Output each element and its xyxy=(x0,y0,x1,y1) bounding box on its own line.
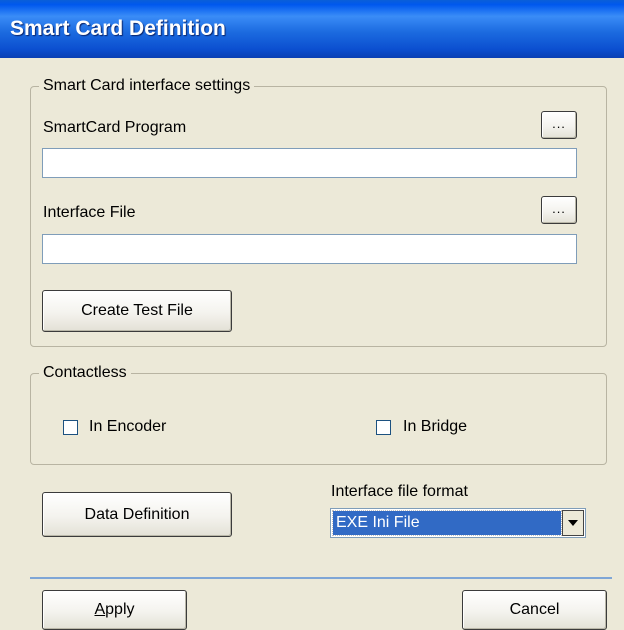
apply-underlined-letter: A xyxy=(94,601,106,618)
interface-file-format-value: EXE Ini File xyxy=(332,510,562,536)
interface-settings-group-label: Smart Card interface settings xyxy=(39,76,255,96)
smartcard-program-field[interactable] xyxy=(42,148,577,178)
apply-label-rest: pply xyxy=(105,601,135,618)
in-bridge-label: In Bridge xyxy=(403,418,468,435)
cancel-button[interactable]: Cancel xyxy=(462,590,607,630)
data-definition-button[interactable]: Data Definition xyxy=(42,492,232,537)
smartcard-program-label: SmartCard Program xyxy=(43,119,187,136)
in-encoder-label: In Encoder xyxy=(89,418,167,435)
contactless-group-label: Contactless xyxy=(39,363,131,383)
smartcard-program-browse-button[interactable]: ... xyxy=(541,111,577,139)
title-bar: Smart Card Definition xyxy=(0,0,624,58)
interface-file-format-select[interactable]: EXE Ini File xyxy=(330,508,586,538)
in-encoder-checkbox[interactable] xyxy=(63,420,78,435)
create-test-file-button[interactable]: Create Test File xyxy=(42,290,232,332)
interface-file-field[interactable] xyxy=(42,234,577,264)
apply-button[interactable]: Apply xyxy=(42,590,187,630)
interface-file-format-label: Interface file format xyxy=(331,483,468,500)
divider xyxy=(30,577,612,579)
window-title: Smart Card Definition xyxy=(10,17,226,40)
in-bridge-checkbox[interactable] xyxy=(376,420,391,435)
dropdown-arrow-icon[interactable] xyxy=(562,510,584,536)
interface-file-label: Interface File xyxy=(43,204,136,221)
interface-file-browse-button[interactable]: ... xyxy=(541,196,577,224)
